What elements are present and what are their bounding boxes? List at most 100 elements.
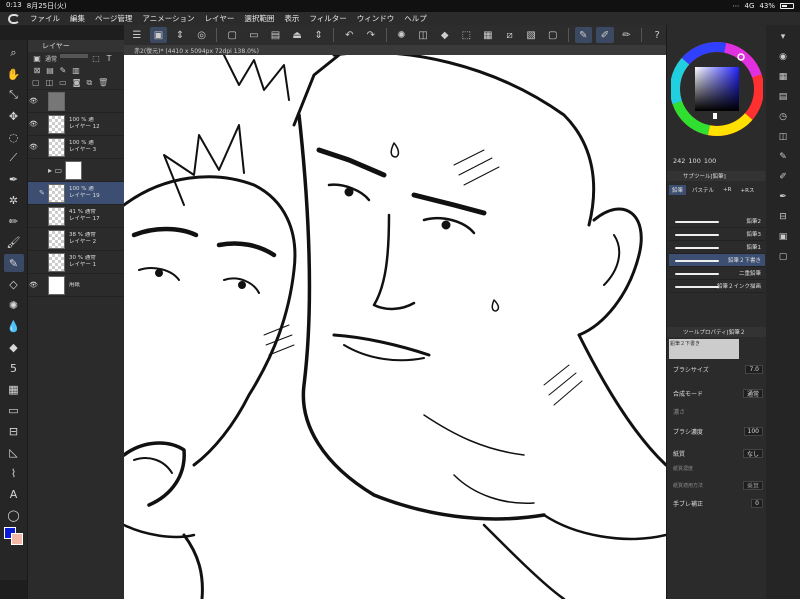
drawing-canvas[interactable]	[124, 55, 666, 599]
layer-row[interactable]: 👁 用紙	[28, 274, 124, 297]
blend-mode-select[interactable]: 通常	[742, 389, 763, 398]
menu-edit[interactable]: 編集	[70, 13, 85, 24]
layer-search-icon[interactable]: ⊟	[774, 209, 792, 225]
density-value[interactable]: 100	[743, 427, 763, 436]
trash-icon[interactable]: 🗑	[98, 78, 108, 87]
quick-access-icon[interactable]: ▣	[149, 27, 168, 43]
decoration-icon[interactable]: ✺	[4, 296, 24, 314]
move-layer-icon[interactable]: ✥	[4, 107, 24, 125]
pen-tilt-icon[interactable]: ✒	[774, 189, 792, 205]
correct-line-icon[interactable]: ⌇	[4, 464, 24, 482]
export-icon[interactable]: ⏏	[288, 27, 306, 43]
save-icon[interactable]: ▤	[267, 27, 285, 43]
invert-icon[interactable]: ▧	[522, 27, 540, 43]
subtool-tab-rs[interactable]: +Rス	[737, 185, 757, 195]
layer-row[interactable]: 38 % 通常 レイヤー 2	[28, 228, 124, 251]
color-wheel-icon[interactable]: ◉	[774, 49, 792, 65]
hamburger-icon[interactable]: ☰	[128, 27, 146, 43]
eyedropper-icon[interactable]: ⟋	[4, 149, 24, 167]
document-tab[interactable]: 赤2(復元)* (4410 x 5094px 72dpi 138.0%)	[124, 45, 666, 55]
intermediate-color-icon[interactable]: ▤	[774, 89, 792, 105]
brush-item[interactable]: 鉛筆1	[669, 241, 765, 254]
clip-icon[interactable]: T	[104, 54, 114, 63]
menu-view[interactable]: 表示	[284, 13, 299, 24]
stroke-mode-icon[interactable]: ✐	[596, 27, 614, 43]
sub-color-chip[interactable]	[10, 533, 23, 545]
menu-filter[interactable]: フィルター	[309, 13, 346, 24]
history-icon[interactable]: ◷	[774, 109, 792, 125]
subtool-tab-r[interactable]: +R	[720, 186, 734, 194]
stabilize-value[interactable]: 0	[751, 499, 763, 508]
stepper-icon[interactable]: ⇕	[171, 27, 189, 43]
brush-item[interactable]: 鉛筆3	[669, 228, 765, 241]
app-logo-icon[interactable]	[8, 13, 20, 24]
layer-row[interactable]: 30 % 通常 レイヤー 1	[28, 251, 124, 274]
line-icon[interactable]: ◺	[4, 443, 24, 461]
help-icon[interactable]: ?	[648, 27, 666, 43]
eye-icon[interactable]: 👁	[28, 120, 39, 128]
subtool-tab-pastel[interactable]: パステル	[689, 185, 717, 195]
brush-item[interactable]: 二重鉛筆	[669, 267, 765, 280]
operation-icon[interactable]: ⤡	[4, 86, 24, 104]
pencil-selected-icon[interactable]: ✎	[3, 254, 24, 272]
settings-icon[interactable]: ✺	[393, 27, 411, 43]
brush-icon[interactable]: 🖌	[4, 233, 24, 251]
transform-icon[interactable]: ⬚	[457, 27, 475, 43]
ref-icon[interactable]: ⊠	[32, 66, 42, 75]
layer-row[interactable]: 👁	[28, 90, 124, 113]
merge-icon[interactable]: ⧉	[86, 78, 92, 88]
stepper-icon-2[interactable]: ⇕	[310, 27, 328, 43]
layer-property-icon[interactable]: ▣	[32, 54, 42, 63]
color-wheel[interactable]	[670, 35, 764, 165]
pencil-icon[interactable]: ✏	[4, 212, 24, 230]
brush-edit-icon[interactable]: ✐	[774, 169, 792, 185]
new-file-icon[interactable]: ▢	[223, 27, 241, 43]
blend-mode-label[interactable]: 通常	[45, 54, 57, 63]
clear-icon[interactable]: ◫	[414, 27, 432, 43]
eye-icon[interactable]: 👁	[28, 143, 39, 151]
stroke-edit-icon[interactable]: ✏	[618, 27, 636, 43]
magic-wand-icon[interactable]: ✲	[4, 191, 24, 209]
brush-item[interactable]: 鉛筆2	[669, 215, 765, 228]
select-all-icon[interactable]: ▦	[479, 27, 497, 43]
frame-icon[interactable]: 5	[4, 359, 24, 377]
undo-icon[interactable]: ↶	[340, 27, 358, 43]
open-folder-icon[interactable]: ▭	[245, 27, 263, 43]
layer-row[interactable]: 41 % 通常 レイヤー 17	[28, 205, 124, 228]
navigator-icon[interactable]: ▣	[774, 229, 792, 245]
palette-icon[interactable]: ◎	[193, 27, 211, 43]
sub-view-icon[interactable]: ▢	[774, 249, 792, 265]
layer-row[interactable]: 👁 100 % 通レイヤー 3	[28, 136, 124, 159]
lock-icon[interactable]: ⬚	[91, 54, 101, 63]
menu-layer[interactable]: レイヤー	[205, 13, 235, 24]
hand-icon[interactable]: ✋	[4, 65, 24, 83]
layer-row[interactable]: 👁 100 % 通レイヤー 12	[28, 113, 124, 136]
layer-row[interactable]: ▸ ▭	[28, 159, 124, 182]
crop-icon[interactable]: ▢	[544, 27, 562, 43]
mask-icon[interactable]: ▤	[45, 66, 55, 75]
color-set-icon[interactable]: ▦	[774, 69, 792, 85]
menu-page[interactable]: ページ管理	[95, 13, 132, 24]
new-raster-icon[interactable]: ▢	[32, 78, 40, 87]
eraser-icon[interactable]: ◇	[4, 275, 24, 293]
material-icon[interactable]: ◫	[774, 129, 792, 145]
balloon-icon[interactable]: ◯	[4, 506, 24, 524]
blend-icon[interactable]: 💧	[4, 317, 24, 335]
menu-help[interactable]: ヘルプ	[404, 13, 427, 24]
collapse-icon[interactable]: ▾	[774, 29, 792, 45]
brush-size-value[interactable]: 7.0	[745, 365, 763, 374]
magnifier-icon[interactable]: ⌕	[4, 44, 24, 62]
mask-add-icon[interactable]: ◙	[73, 78, 81, 87]
redo-icon[interactable]: ↷	[362, 27, 380, 43]
color-icon[interactable]: ▥	[71, 66, 81, 75]
fill-bucket-icon[interactable]: ◆	[4, 338, 24, 356]
layer-row[interactable]: ✎ 100 % 通レイヤー 19	[28, 182, 124, 205]
new-vector-icon[interactable]: ◫	[46, 78, 54, 87]
fill-icon[interactable]: ◆	[436, 27, 454, 43]
gradient-icon[interactable]: ▦	[4, 380, 24, 398]
new-folder-icon[interactable]: ▭	[59, 78, 67, 87]
paper-value[interactable]: なし	[742, 449, 763, 458]
draft-icon[interactable]: ✎	[58, 66, 68, 75]
eye-icon[interactable]: 👁	[28, 97, 39, 105]
lasso-icon[interactable]: ◌	[4, 128, 24, 146]
